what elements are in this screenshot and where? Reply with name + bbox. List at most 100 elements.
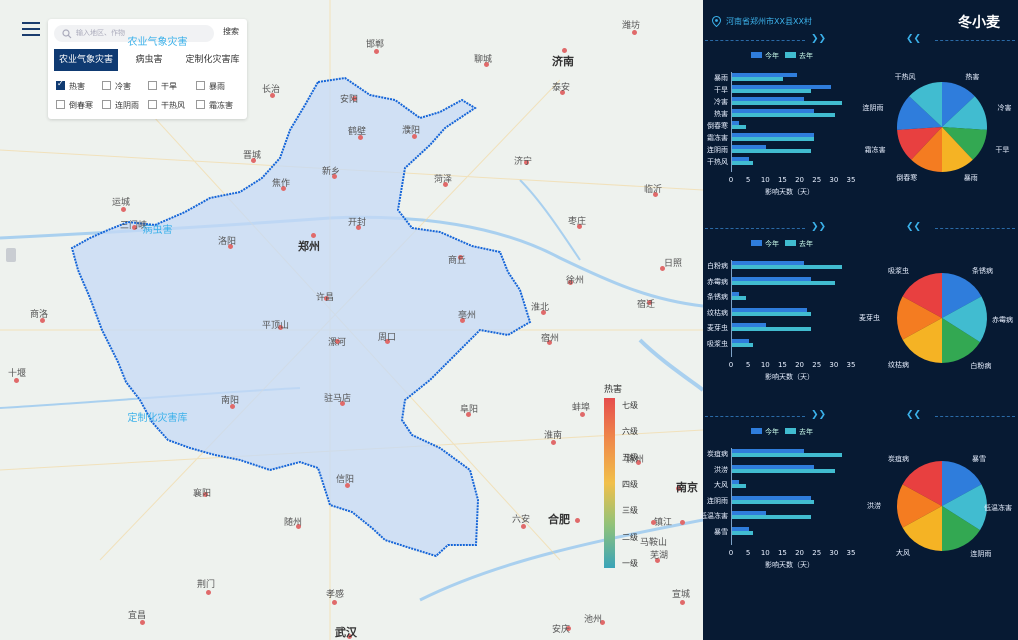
x-tick-label: 25 (812, 361, 822, 369)
legend-item-this-year: 今年 (751, 51, 779, 61)
checkbox-continuous-rain[interactable]: 连阴雨 (102, 100, 139, 111)
city-label: 枣庄 (568, 217, 587, 227)
legend-title: 热害 (604, 385, 623, 395)
checkbox-drought[interactable]: 干旱 (148, 81, 177, 92)
city-label: 漯河 (328, 338, 347, 348)
city-label: 安庆 (552, 625, 571, 635)
y-tick-label: 洪涝 (714, 465, 728, 474)
x-axis-label: 影响天数（天） (765, 561, 814, 569)
city-label: 徐州 (566, 276, 585, 286)
legend-level: 一级 (622, 559, 638, 568)
section-title: 定制化灾害库 (127, 413, 188, 424)
tab-agri-weather[interactable]: 农业气象灾害 (54, 49, 118, 71)
collapse-handle[interactable] (6, 248, 16, 262)
y-tick-label: 暴雪 (714, 527, 728, 536)
pie-label: 干旱 (995, 146, 1010, 155)
city-label: 济宁 (514, 157, 533, 167)
bar-last-year (732, 499, 815, 504)
y-tick-label: 霜冻害 (707, 134, 728, 142)
y-tick-label: 连阴雨 (707, 496, 728, 505)
x-tick-label: 30 (829, 176, 839, 184)
city-label: 商丘 (448, 256, 467, 266)
city-label: 焦作 (272, 179, 291, 189)
legend-item-last-year: 去年 (785, 239, 813, 249)
crop-name[interactable]: 冬小麦 (958, 12, 1000, 32)
bar-last-year (732, 125, 746, 129)
tab-custom-library[interactable]: 定制化灾害库 (180, 49, 245, 71)
pie-label: 冷害 (997, 104, 1012, 113)
checkbox-dry-hot-wind[interactable]: 干热风 (148, 100, 185, 111)
legend-level: 四级 (622, 480, 638, 489)
y-tick-label: 暴雨 (714, 74, 728, 82)
x-axis-label: 影响天数（天） (765, 188, 814, 196)
city-label: 十堰 (8, 369, 27, 379)
city-label: 襄阳 (193, 489, 212, 499)
x-tick-label: 20 (795, 176, 805, 184)
checkbox-heat[interactable]: 热害 (56, 79, 85, 92)
city-label: 孝感 (326, 590, 345, 600)
city-label: 商洛 (30, 310, 49, 320)
city-label: 阜阳 (460, 405, 479, 415)
city-label: 菏泽 (434, 175, 453, 185)
y-tick-label: 干热风 (707, 158, 728, 166)
bar-last-year (732, 101, 842, 105)
x-tick-label: 35 (846, 549, 856, 557)
bar-last-year (732, 77, 784, 81)
section-title: 病虫害 (142, 225, 173, 236)
city-label: 泰安 (552, 83, 571, 93)
pie-label: 吸浆虫 (887, 266, 909, 275)
pie-label: 洪涝 (867, 502, 881, 510)
city-label: 宿州 (541, 334, 560, 344)
x-tick-label: 35 (846, 361, 856, 369)
bar-last-year (732, 515, 811, 519)
city-label: 日照 (664, 259, 683, 269)
tab-pests[interactable]: 病虫害 (122, 49, 176, 71)
legend-level: 六级 (622, 427, 638, 436)
x-tick-label: 0 (728, 549, 734, 557)
x-tick-label: 15 (777, 549, 787, 557)
city-label: 开封 (348, 218, 367, 228)
pie-label: 赤霉病 (992, 315, 1013, 324)
city-label: 马鞍山 (640, 538, 668, 548)
pie-label: 炭疽病 (887, 454, 909, 463)
checkbox-cold[interactable]: 冷害 (102, 81, 131, 92)
city-label: 驻马店 (324, 394, 352, 404)
pie-label: 热害 (965, 72, 980, 81)
checkbox-late-spring-cold[interactable]: 倒春寒 (56, 100, 93, 111)
bar-last-year (732, 327, 811, 331)
chevron-left-icon: ❮❮ (906, 34, 922, 44)
pie-label: 白粉病 (970, 362, 992, 371)
city-label: 六安 (512, 515, 531, 525)
chevron-left-icon: ❮❮ (906, 410, 922, 420)
bar-last-year (732, 113, 835, 117)
chevron-left-icon: ❮❮ (906, 222, 922, 232)
legend-item-last-year: 去年 (785, 51, 813, 61)
bar-last-year (732, 149, 811, 153)
city-label: 宿迁 (637, 300, 656, 310)
city-label: 安阳 (340, 95, 359, 105)
city-label: 濮阳 (402, 126, 421, 136)
city-label: 亳州 (458, 311, 477, 321)
city-label: 晋城 (243, 151, 262, 161)
city-label: 郑州 (298, 240, 320, 253)
x-tick-label: 35 (846, 176, 856, 184)
x-tick-label: 0 (728, 176, 734, 184)
city-label: 武汉 (335, 626, 357, 639)
checkbox-frost[interactable]: 霜冻害 (196, 100, 233, 111)
city-label: 南京 (676, 481, 698, 494)
section-divider (935, 416, 1015, 417)
section-divider (705, 40, 805, 41)
chevron-right-icon: ❯❯ (811, 34, 827, 44)
city-label: 鹤壁 (348, 127, 367, 137)
city-label: 平顶山 (262, 321, 290, 331)
x-tick-label: 10 (760, 549, 770, 557)
map-view[interactable]: 邯郸 济南 聊城 泰安 长治 安阳 鹤壁 濮阳 晋城 焦作 新乡 济宁 菏泽 临… (0, 0, 703, 640)
city-label: 邯郸 (366, 40, 385, 50)
section-divider (705, 228, 805, 229)
pie-label: 霜冻害 (864, 146, 886, 155)
bar-last-year (732, 484, 746, 488)
section-divider (935, 40, 1015, 41)
checkbox-rainstorm[interactable]: 暴雨 (196, 81, 225, 92)
y-tick-label: 大风 (714, 481, 728, 489)
x-tick-label: 10 (760, 176, 770, 184)
